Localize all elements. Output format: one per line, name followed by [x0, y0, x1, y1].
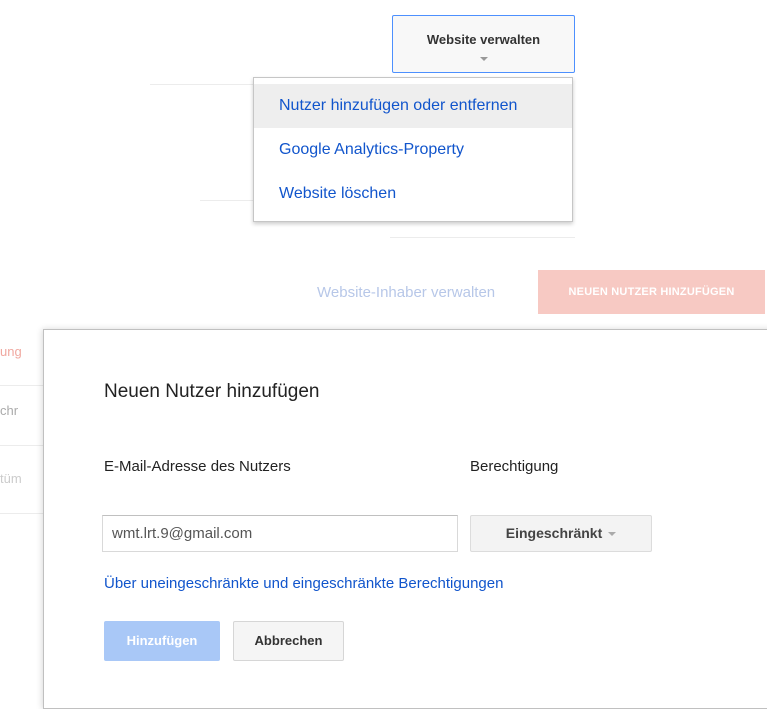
manage-website-button[interactable]: Website verwalten	[392, 15, 575, 73]
background-divider	[0, 445, 43, 446]
side-fragment: chr	[0, 403, 19, 418]
chevron-down-icon	[608, 532, 617, 537]
manage-website-label: Website verwalten	[426, 32, 541, 47]
side-fragment: ung	[0, 344, 22, 359]
background-divider	[150, 84, 253, 85]
manage-website-menu: Nutzer hinzufügen oder entfernen Google …	[253, 77, 573, 222]
permission-dropdown[interactable]: Eingeschränkt	[470, 515, 652, 552]
background-divider	[200, 200, 253, 201]
permission-label: Berechtigung	[470, 458, 559, 475]
background-divider	[0, 385, 43, 386]
email-label: E-Mail-Adresse des Nutzers	[104, 458, 291, 475]
menu-item-manage-users[interactable]: Nutzer hinzufügen oder entfernen	[254, 84, 572, 128]
caret-down-icon	[480, 57, 488, 61]
background-divider	[0, 513, 43, 514]
permission-value: Eingeschränkt	[505, 525, 603, 541]
add-button[interactable]: Hinzufügen	[104, 621, 220, 661]
manage-owners-link[interactable]: Website-Inhaber verwalten	[317, 284, 495, 301]
menu-item-analytics-property[interactable]: Google Analytics-Property	[254, 128, 572, 172]
menu-item-delete-website[interactable]: Website löschen	[254, 172, 572, 216]
dialog-title: Neuen Nutzer hinzufügen	[104, 381, 320, 402]
side-fragment: tüm	[0, 471, 22, 486]
email-input[interactable]	[102, 515, 458, 552]
permissions-info-link[interactable]: Über uneingeschränkte und eingeschränkte…	[104, 575, 503, 592]
cancel-button[interactable]: Abbrechen	[233, 621, 344, 661]
background-divider	[390, 237, 575, 238]
add-new-user-button[interactable]: NEUEN NUTZER HINZUFÜGEN	[538, 270, 765, 314]
